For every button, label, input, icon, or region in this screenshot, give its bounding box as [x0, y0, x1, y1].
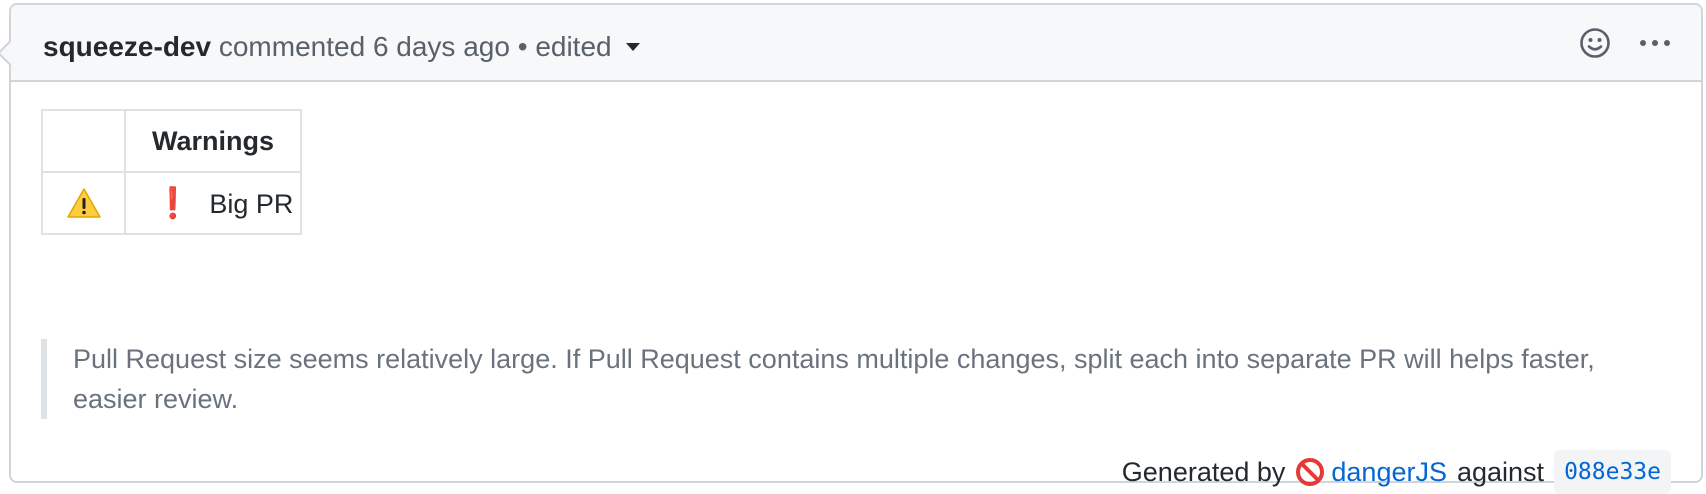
comment-timestamp[interactable]: 6 days ago	[373, 31, 510, 62]
against-label: against	[1456, 457, 1545, 487]
comment-action: commented	[218, 31, 366, 62]
smiley-icon	[1580, 28, 1610, 58]
blockquote-text: Pull Request size seems relatively large…	[73, 344, 1595, 414]
table-cell-warning: ❗ Big PR	[124, 171, 302, 235]
warning-icon	[66, 188, 101, 219]
more-options-button[interactable]	[1639, 37, 1671, 49]
no-entry-icon	[1295, 457, 1325, 487]
author-link[interactable]: squeeze-dev	[43, 31, 211, 62]
exclamation-icon: ❗	[154, 186, 192, 220]
comment-box: squeeze-dev commented 6 days ago • edite…	[0, 3, 1703, 494]
generated-by-label: Generated by	[1121, 457, 1286, 487]
warning-text: Big PR	[209, 188, 294, 219]
generated-by-footer: Generated by dangerJS against 088e33e	[1122, 450, 1671, 494]
edited-dropdown[interactable]: edited	[535, 31, 640, 62]
comment-actions	[1579, 27, 1671, 59]
blockquote: Pull Request size seems relatively large…	[41, 339, 1661, 419]
table-header-row: Warnings	[41, 109, 302, 173]
comment-meta: squeeze-dev commented 6 days ago • edite…	[43, 29, 640, 65]
table-row: ❗ Big PR	[41, 171, 302, 235]
table-cell-icon	[41, 171, 126, 235]
commit-sha-link[interactable]: 088e33e	[1554, 450, 1671, 494]
add-reaction-button[interactable]	[1579, 27, 1611, 59]
kebab-horizontal-icon	[1640, 40, 1670, 46]
warnings-table: Warnings ❗ Big PR	[41, 109, 302, 235]
comment-header: squeeze-dev commented 6 days ago • edite…	[11, 5, 1701, 82]
table-header-empty	[41, 109, 126, 173]
edited-label: edited	[535, 31, 612, 62]
meta-separator: •	[517, 31, 528, 62]
dangerjs-link[interactable]: dangerJS	[1331, 454, 1447, 490]
chevron-down-icon	[625, 42, 640, 51]
table-header-warnings: Warnings	[124, 109, 302, 173]
